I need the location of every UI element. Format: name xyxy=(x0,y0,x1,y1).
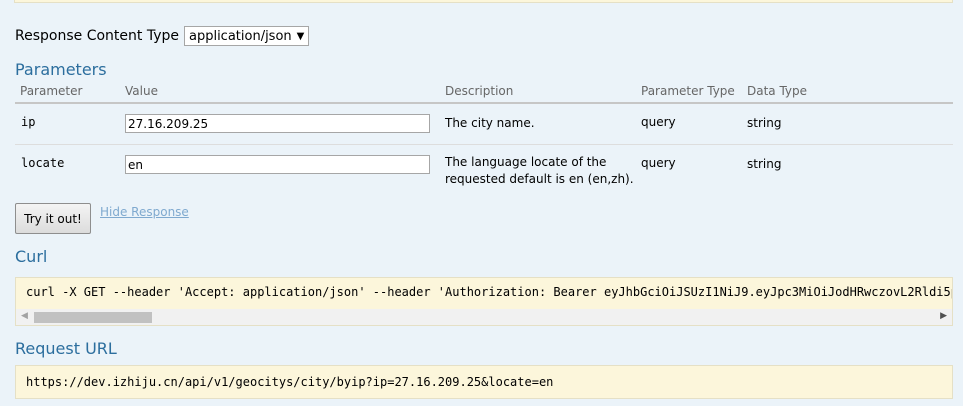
triangle-down-icon: ▼ xyxy=(296,30,305,42)
scrollbar-thumb[interactable] xyxy=(34,312,152,323)
request-url-heading: Request URL xyxy=(15,339,117,358)
parameter-name: locate xyxy=(21,156,65,170)
table-row: locate The language locate of the reques… xyxy=(15,145,953,193)
previous-response-body-code xyxy=(14,0,953,3)
scroll-right-arrow-icon[interactable]: ▶ xyxy=(940,311,947,321)
parameters-heading: Parameters xyxy=(15,60,107,79)
column-header-parameter-type: Parameter Type xyxy=(641,84,735,98)
data-type: string xyxy=(747,116,782,130)
curl-code-block: curl -X GET --header 'Accept: applicatio… xyxy=(15,277,953,326)
parameter-type: query xyxy=(641,115,676,129)
curl-command: curl -X GET --header 'Accept: applicatio… xyxy=(26,285,953,299)
parameter-description: The city name. xyxy=(445,116,535,130)
parameters-table-header: Parameter Value Description Parameter Ty… xyxy=(15,82,953,104)
hide-response-link[interactable]: Hide Response xyxy=(100,205,189,219)
scroll-left-arrow-icon[interactable]: ◀ xyxy=(21,311,28,321)
curl-heading: Curl xyxy=(15,247,48,266)
response-content-type-select[interactable]: application/json ▼ xyxy=(183,26,310,46)
curl-horizontal-scrollbar[interactable]: ◀ ▶ xyxy=(16,309,952,325)
parameters-table: Parameter Value Description Parameter Ty… xyxy=(15,82,953,193)
request-url-text: https://dev.izhiju.cn/api/v1/geocitys/ci… xyxy=(26,375,554,389)
column-header-data-type: Data Type xyxy=(747,84,808,98)
column-header-parameter: Parameter xyxy=(20,84,83,98)
column-header-description: Description xyxy=(445,84,514,98)
column-header-value: Value xyxy=(125,84,158,98)
try-it-out-button[interactable]: Try it out! xyxy=(15,203,91,234)
parameter-name: ip xyxy=(21,115,36,129)
parameter-description: The language locate of the requested def… xyxy=(445,155,634,186)
parameter-type: query xyxy=(641,156,676,170)
response-content-type-value: application/json xyxy=(188,28,292,44)
response-content-type-row: Response Content Type application/json ▼ xyxy=(15,26,310,46)
ip-value-input[interactable] xyxy=(125,114,430,133)
data-type: string xyxy=(747,157,782,171)
locate-value-input[interactable] xyxy=(125,155,430,174)
request-url-block: https://dev.izhiju.cn/api/v1/geocitys/ci… xyxy=(15,365,953,399)
response-content-type-label: Response Content Type xyxy=(15,28,179,44)
table-row: ip The city name. query string xyxy=(15,104,953,145)
